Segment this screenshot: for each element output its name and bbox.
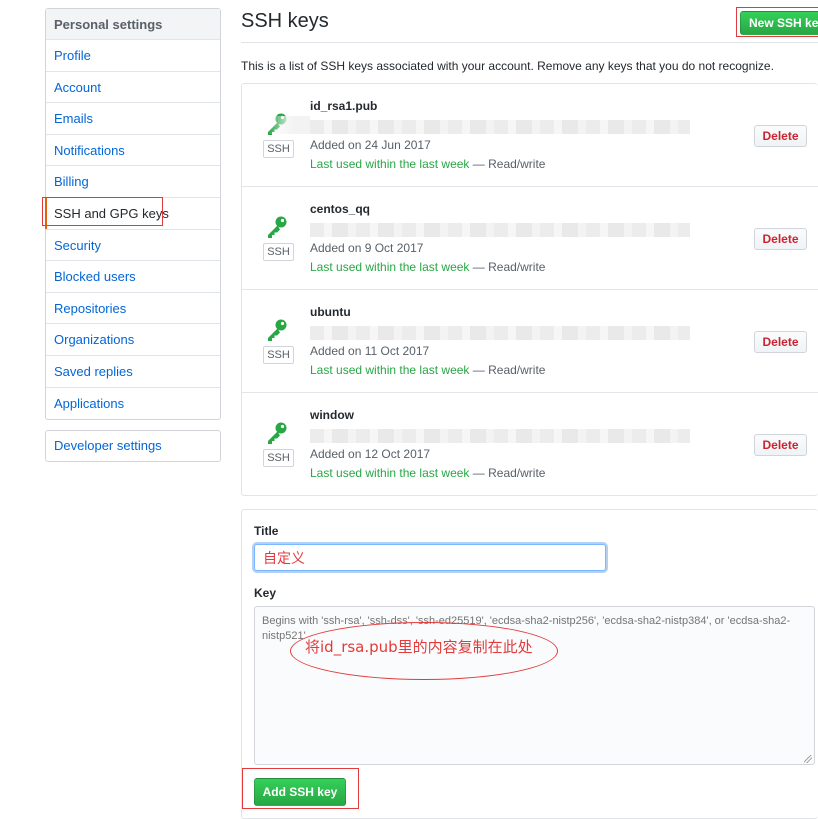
- key-title: ubuntu: [310, 305, 351, 319]
- sidebar-item-developer-settings[interactable]: Developer settings: [46, 431, 220, 461]
- delete-key-button[interactable]: Delete: [754, 434, 807, 456]
- key-title: window: [310, 408, 354, 422]
- key-last-used: Last used within the last week — Read/wr…: [310, 363, 545, 377]
- sidebar-item-applications[interactable]: Applications: [46, 388, 220, 420]
- key-added-date: Added on 24 Jun 2017: [310, 138, 431, 152]
- ssh-key-item: SSH id_rsa1.pub Added on 24 Jun 2017 Las…: [242, 84, 818, 187]
- sidebar-item-blocked-users[interactable]: Blocked users: [46, 261, 220, 293]
- sidebar-item-ssh-gpg-keys[interactable]: SSH and GPG keys: [45, 197, 220, 230]
- key-added-date: Added on 12 Oct 2017: [310, 447, 431, 461]
- sidebar-item-billing[interactable]: Billing: [46, 166, 220, 198]
- key-icon: [268, 319, 287, 341]
- key-access: — Read/write: [472, 363, 546, 377]
- developer-sidebar: Developer settings: [45, 430, 221, 462]
- key-fingerprint-blurred: [310, 326, 690, 340]
- key-last-used-text: Last used within the last week: [310, 260, 470, 274]
- ssh-key-item: SSH centos_qq Added on 9 Oct 2017 Last u…: [242, 187, 818, 290]
- key-access: — Read/write: [472, 466, 546, 480]
- sidebar-heading: Personal settings: [46, 9, 220, 40]
- sidebar-item-account[interactable]: Account: [46, 72, 220, 104]
- settings-sidebar: Personal settings Profile Account Emails…: [45, 8, 221, 421]
- sidebar-item-security[interactable]: Security: [46, 230, 220, 262]
- key-fingerprint-blurred: [310, 223, 690, 237]
- key-title: id_rsa1.pub: [310, 99, 378, 113]
- key-access: — Read/write: [472, 260, 546, 274]
- sidebar-item-repositories[interactable]: Repositories: [46, 293, 220, 325]
- title-label: Title: [254, 524, 279, 538]
- sidebar-item-profile[interactable]: Profile: [46, 40, 220, 72]
- key-label: Key: [254, 586, 277, 600]
- delete-key-button[interactable]: Delete: [754, 331, 807, 353]
- key-fingerprint-blurred: [310, 120, 690, 134]
- title-input[interactable]: [254, 544, 606, 571]
- key-last-used: Last used within the last week — Read/wr…: [310, 466, 545, 480]
- ssh-badge: SSH: [263, 346, 294, 364]
- ssh-key-item: SSH window Added on 12 Oct 2017 Last use…: [242, 393, 818, 496]
- key-added-date: Added on 9 Oct 2017: [310, 241, 424, 255]
- divider: [241, 42, 818, 43]
- sidebar-item-organizations[interactable]: Organizations: [46, 324, 220, 356]
- key-title: centos_qq: [310, 202, 371, 216]
- key-added-date: Added on 11 Oct 2017: [310, 344, 430, 358]
- key-icon: [268, 216, 287, 238]
- sidebar-item-notifications[interactable]: Notifications: [46, 135, 220, 167]
- key-icon: [268, 422, 287, 444]
- delete-key-button[interactable]: Delete: [754, 125, 807, 147]
- key-last-used-text: Last used within the last week: [310, 363, 470, 377]
- annotation-text: 将id_rsa.pub里的内容复制在此处: [305, 638, 533, 656]
- resize-grip-icon[interactable]: [804, 755, 812, 763]
- key-last-used-text: Last used within the last week: [310, 466, 470, 480]
- ssh-key-item: SSH ubuntu Added on 11 Oct 2017 Last use…: [242, 290, 818, 393]
- fingerprint-mask: [268, 116, 310, 134]
- sidebar-item-saved-replies[interactable]: Saved replies: [46, 356, 220, 388]
- key-last-used: Last used within the last week — Read/wr…: [310, 157, 545, 171]
- key-fingerprint-blurred: [310, 429, 690, 443]
- intro-text: This is a list of SSH keys associated wi…: [241, 59, 774, 73]
- key-last-used-text: Last used within the last week: [310, 157, 470, 171]
- ssh-badge: SSH: [263, 140, 294, 158]
- page-title: SSH keys: [241, 10, 329, 32]
- key-textarea[interactable]: [254, 606, 815, 765]
- ssh-badge: SSH: [263, 243, 294, 261]
- key-access: — Read/write: [472, 157, 546, 171]
- add-ssh-key-button[interactable]: Add SSH key: [254, 778, 346, 806]
- new-ssh-key-button[interactable]: New SSH key: [740, 11, 818, 35]
- ssh-badge: SSH: [263, 449, 294, 467]
- sidebar-item-emails[interactable]: Emails: [46, 103, 220, 135]
- ssh-key-list: SSH id_rsa1.pub Added on 24 Jun 2017 Las…: [241, 83, 818, 496]
- delete-key-button[interactable]: Delete: [754, 228, 807, 250]
- key-last-used: Last used within the last week — Read/wr…: [310, 260, 545, 274]
